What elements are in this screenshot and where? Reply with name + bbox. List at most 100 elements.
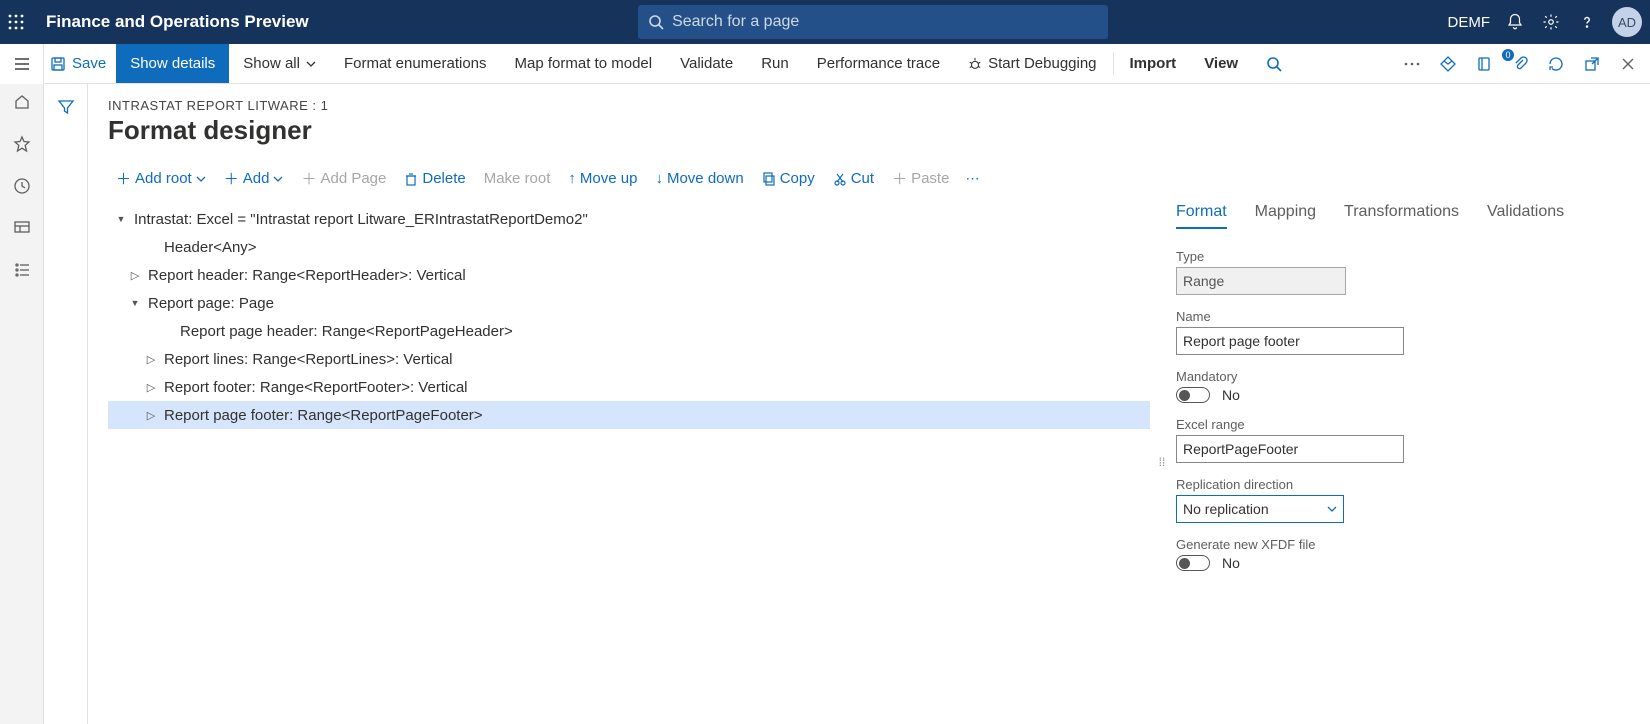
app-launcher-icon[interactable] xyxy=(8,14,40,30)
format-enumerations-button[interactable]: Format enumerations xyxy=(330,44,501,83)
global-header: Finance and Operations Preview Search fo… xyxy=(0,0,1650,44)
tree-row[interactable]: ▼Intrastat: Excel = "Intrastat report Li… xyxy=(108,205,1150,233)
copy-icon xyxy=(762,172,776,186)
debug-icon xyxy=(968,57,982,71)
tree-row[interactable]: Report page header: Range<ReportPageHead… xyxy=(108,317,1150,345)
collapse-icon[interactable]: ▼ xyxy=(126,298,144,308)
global-search[interactable]: Search for a page xyxy=(638,5,1108,39)
copy-button[interactable]: Copy xyxy=(754,166,823,191)
trash-icon xyxy=(404,172,418,186)
type-field: Range xyxy=(1176,267,1346,295)
filter-icon[interactable] xyxy=(57,98,75,116)
save-button[interactable]: Save xyxy=(44,44,116,83)
refresh-icon[interactable] xyxy=(1544,52,1568,76)
expand-icon[interactable]: ▷ xyxy=(142,409,160,422)
user-avatar[interactable]: AD xyxy=(1612,7,1642,37)
settings-icon[interactable] xyxy=(1540,11,1562,33)
tab-mapping[interactable]: Mapping xyxy=(1255,199,1316,229)
run-button[interactable]: Run xyxy=(747,44,803,83)
move-up-button[interactable]: ↑Move up xyxy=(560,166,645,191)
tree-node-label: Report page: Page xyxy=(144,295,274,312)
notifications-icon[interactable] xyxy=(1504,11,1526,33)
modules-icon[interactable] xyxy=(8,256,36,284)
tree-row[interactable]: ▷Report page footer: Range<ReportPageFoo… xyxy=(108,401,1150,429)
make-root-button: Make root xyxy=(476,166,559,191)
toolbar-more-icon[interactable]: ⋯ xyxy=(959,170,985,187)
attachments-icon[interactable]: 0 xyxy=(1508,52,1532,76)
move-down-button[interactable]: ↓Move down xyxy=(647,166,751,191)
tree-node-label: Report page footer: Range<ReportPageFoot… xyxy=(160,407,483,424)
product-title: Finance and Operations Preview xyxy=(46,12,309,32)
tree-row[interactable]: ▷Report lines: Range<ReportLines>: Verti… xyxy=(108,345,1150,373)
favorite-icon[interactable] xyxy=(8,130,36,158)
excel-range-label: Excel range xyxy=(1176,417,1626,432)
tab-format[interactable]: Format xyxy=(1176,199,1227,229)
tree-row[interactable]: ▷Report footer: Range<ReportFooter>: Ver… xyxy=(108,373,1150,401)
tree-row[interactable]: Header<Any> xyxy=(108,233,1150,261)
start-debugging-button[interactable]: Start Debugging xyxy=(954,44,1110,83)
filter-rail xyxy=(44,84,88,724)
splitter[interactable]: ⁞⁞ xyxy=(1154,199,1170,724)
diamond-icon[interactable] xyxy=(1436,52,1460,76)
import-button[interactable]: Import xyxy=(1116,44,1191,83)
nav-hamburger-icon[interactable] xyxy=(0,44,44,84)
company-label[interactable]: DEMF xyxy=(1448,14,1491,31)
xfdf-value: No xyxy=(1222,555,1240,571)
search-icon xyxy=(648,14,664,30)
name-field[interactable]: Report page footer xyxy=(1176,327,1404,355)
expand-icon[interactable]: ▷ xyxy=(126,269,144,282)
view-button[interactable]: View xyxy=(1190,44,1252,83)
tree-node-label: Intrastat: Excel = "Intrastat report Lit… xyxy=(130,211,588,228)
validate-button[interactable]: Validate xyxy=(666,44,747,83)
delete-button[interactable]: Delete xyxy=(396,166,473,191)
home-icon[interactable] xyxy=(8,88,36,116)
chevron-down-icon xyxy=(1327,504,1337,514)
page-title: Format designer xyxy=(108,115,1650,146)
add-root-button[interactable]: ＋Add root xyxy=(108,164,214,193)
map-format-button[interactable]: Map format to model xyxy=(501,44,667,83)
grip-icon: ⁞⁞ xyxy=(1159,455,1166,469)
collapse-icon[interactable]: ▼ xyxy=(112,214,130,224)
paste-button: ＋Paste xyxy=(884,164,957,193)
close-icon[interactable] xyxy=(1616,52,1640,76)
excel-range-field[interactable]: ReportPageFooter xyxy=(1176,435,1404,463)
mandatory-value: No xyxy=(1222,387,1240,403)
tab-transformations[interactable]: Transformations xyxy=(1344,199,1459,229)
add-button[interactable]: ＋Add xyxy=(216,164,292,193)
search-placeholder: Search for a page xyxy=(672,13,799,31)
expand-icon[interactable]: ▷ xyxy=(142,353,160,366)
tree-node-label: Report page header: Range<ReportPageHead… xyxy=(176,323,513,340)
tree-node-label: Header<Any> xyxy=(160,239,257,256)
tree-node-label: Report footer: Range<ReportFooter>: Vert… xyxy=(160,379,468,396)
tree-row[interactable]: ▼Report page: Page xyxy=(108,289,1150,317)
properties-panel: Format Mapping Transformations Validatio… xyxy=(1170,199,1650,724)
help-icon[interactable] xyxy=(1576,11,1598,33)
mandatory-toggle[interactable] xyxy=(1176,387,1210,403)
more-icon[interactable] xyxy=(1400,52,1424,76)
add-page-button: ＋Add Page xyxy=(293,164,394,193)
cmdbar-search-icon[interactable] xyxy=(1252,44,1296,83)
show-all-button[interactable]: Show all xyxy=(229,44,330,83)
cut-button[interactable]: Cut xyxy=(825,166,882,191)
xfdf-toggle[interactable] xyxy=(1176,555,1210,571)
command-bar: Save Show details Show all Format enumer… xyxy=(0,44,1650,84)
breadcrumb: INTRASTAT REPORT LITWARE : 1 xyxy=(108,98,1650,113)
tree-row[interactable]: ▷Report header: Range<ReportHeader>: Ver… xyxy=(108,261,1150,289)
popout-icon[interactable] xyxy=(1580,52,1604,76)
show-details-button[interactable]: Show details xyxy=(116,44,229,83)
name-label: Name xyxy=(1176,309,1626,324)
format-tree[interactable]: ▼Intrastat: Excel = "Intrastat report Li… xyxy=(108,199,1154,724)
replication-label: Replication direction xyxy=(1176,477,1626,492)
performance-trace-button[interactable]: Performance trace xyxy=(803,44,954,83)
arrow-up-icon: ↑ xyxy=(568,170,576,187)
format-toolbar: ＋Add root ＋Add ＋Add Page Delete Make roo… xyxy=(108,164,1650,193)
recent-icon[interactable] xyxy=(8,172,36,200)
arrow-down-icon: ↓ xyxy=(655,170,663,187)
left-rail xyxy=(0,84,44,724)
workspace-icon[interactable] xyxy=(8,214,36,242)
tab-validations[interactable]: Validations xyxy=(1487,199,1564,229)
drive-icon[interactable] xyxy=(1472,52,1496,76)
cut-icon xyxy=(833,172,847,186)
expand-icon[interactable]: ▷ xyxy=(142,381,160,394)
replication-select[interactable]: No replication xyxy=(1176,495,1344,523)
